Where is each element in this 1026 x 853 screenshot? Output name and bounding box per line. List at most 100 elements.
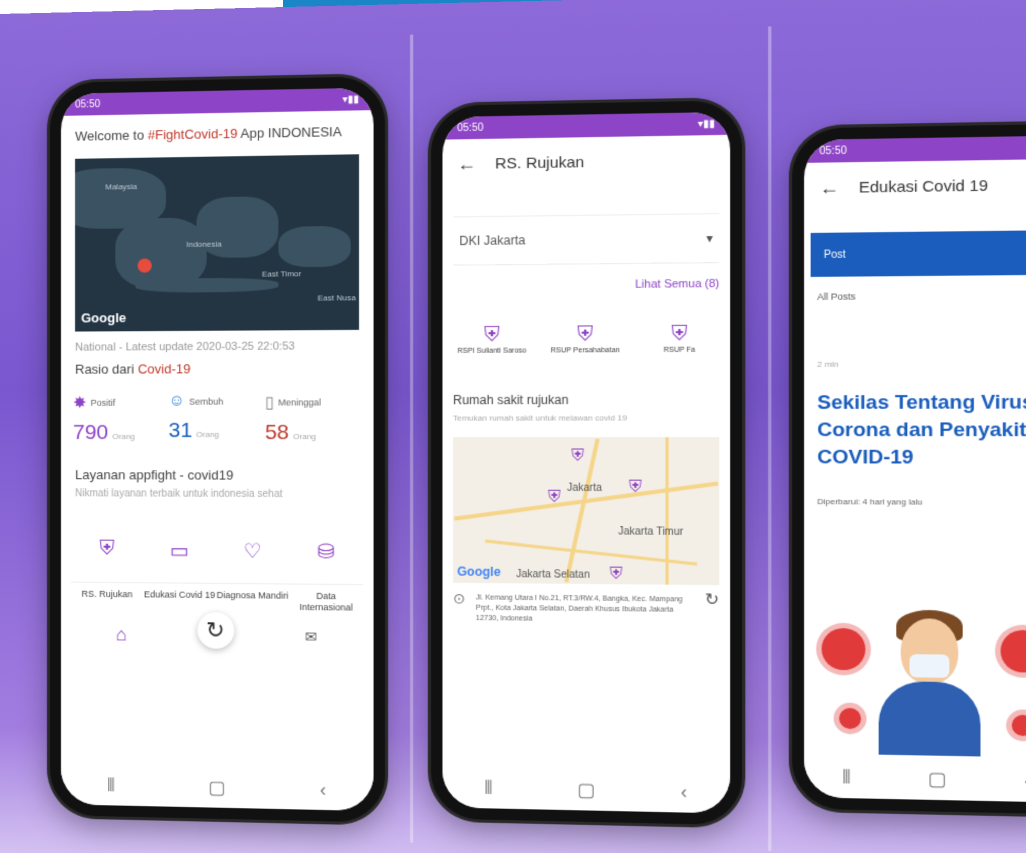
stat-positif: ✸ Positif 790 Orang [73, 393, 167, 446]
stethoscope-icon: ♡ [243, 540, 262, 563]
back-arrow-icon[interactable]: ← [457, 153, 476, 175]
panel-divider [410, 34, 414, 843]
status-time: 05:50 [75, 98, 101, 111]
recent-apps-icon[interactable]: ⦀ [484, 777, 492, 799]
recent-apps-icon[interactable]: ⦀ [107, 775, 115, 796]
rujukan-screen: 05:50 ▾▮▮ ← RS. Rujukan DKI Jakarta ▾ Li… [442, 111, 731, 814]
screen-title: Edukasi Covid 19 [858, 177, 988, 197]
home-button-icon[interactable]: ▢ [208, 777, 225, 799]
address-row: ⊙ Jl. Kemang Utara I No.21, RT.3/RW.4, B… [442, 583, 730, 638]
refresh-icon[interactable]: ↻ [705, 591, 719, 626]
recovered-person-icon: ☺ [168, 392, 186, 410]
service-diagnosa[interactable]: ♡ Diagnosa Mandiri [215, 538, 290, 613]
address-text: Jl. Kemang Utara I No.21, RT.3/RW.4, Ban… [475, 594, 683, 623]
map-label: Jakarta Timur [618, 526, 684, 539]
hospital-list: ⛨ RSPI Sulianti Saroso ⛨ RSUP Persahabatan… [442, 305, 730, 356]
hospital-icon: ⛨ [577, 323, 594, 347]
book-icon: ▭ [169, 540, 190, 563]
back-icon[interactable]: ‹ [320, 779, 326, 801]
map-label: East Nusa [317, 293, 356, 303]
signal-battery-icon: ▾▮▮ [697, 117, 716, 130]
stat-sembuh: ☺ Sembuh 31 Orang [168, 392, 224, 443]
app-hashtag: #FightCovid-19 [147, 125, 238, 143]
bottom-tab-bar: ⌂ ↻ ✉ [61, 611, 374, 651]
article-updated: Diperbarui: 4 hari yang lalu [817, 496, 923, 507]
app-bar: ← RS. Rujukan [442, 135, 730, 190]
hospital-pin-icon[interactable]: ⛨ [571, 447, 584, 466]
refresh-icon[interactable]: ↻ [197, 612, 234, 649]
showcase-background: 05:50 ▾▮▮ Welcome to #FightCovid-19 App … [0, 0, 1026, 853]
post-search-bar[interactable]: Post ⚲ [810, 230, 1026, 277]
location-pin-icon[interactable] [137, 258, 152, 273]
home-button-icon[interactable]: ▢ [577, 779, 595, 801]
jakarta-map[interactable]: ⛨ ⛨ ⛨ ⛨ Jakarta Jakarta Timur Jakarta Se… [452, 437, 720, 586]
services-grid: ⛨ RS. Rujukan ▭ Edukasi Covid 19 ♡ Diagn… [61, 501, 374, 614]
latest-update: National - Latest update 2020-03-25 22:0… [75, 340, 295, 354]
hospital-icon: ⛨ [483, 323, 500, 347]
google-logo: Google [81, 310, 127, 326]
service-rs-rujukan[interactable]: ⛨ RS. Rujukan [71, 537, 144, 611]
welcome-text: Welcome to #FightCovid-19 App INDONESIA [75, 123, 342, 144]
services-title: Layanan appfight - covid19 [75, 467, 234, 483]
hospital-icon: ⛨ [671, 322, 688, 346]
phone-rujukan: 05:50 ▾▮▮ ← RS. Rujukan DKI Jakarta ▾ Li… [430, 100, 743, 826]
stats-row: ✸ Positif 790 Orang ☺ Sembuh 31 Orang ▯ Menin… [61, 380, 374, 445]
recent-apps-icon[interactable]: ⦀ [842, 766, 851, 788]
virus-icon [1000, 629, 1026, 673]
dropdown-arrow-icon: ▾ [706, 230, 713, 246]
services-subtitle: Nikmati layanan terbaik untuk indonesia … [75, 488, 283, 501]
screen-title: RS. Rujukan [495, 153, 585, 173]
map-label: Indonesia [186, 239, 222, 250]
section-subtitle: Temukan rumah sakit untuk melawan covid … [452, 413, 627, 423]
map-label: East Timor [261, 269, 302, 279]
map-label: Jakarta Selatan [516, 568, 590, 581]
status-time: 05:50 [457, 121, 484, 134]
virus-icon: ✸ [73, 394, 87, 412]
home-button-icon[interactable]: ▢ [928, 768, 947, 791]
map-label: Malaysia [105, 182, 138, 192]
posts-filter[interactable]: All Posts ⌄ [804, 275, 1026, 318]
back-icon[interactable]: ‹ [681, 781, 687, 803]
location-icon: ⊙ [452, 590, 466, 607]
virus-icon [821, 627, 866, 671]
see-all-link[interactable]: Lihat Semua (8) [442, 263, 730, 307]
hospital-icon: ⛨ [99, 537, 115, 560]
province-select[interactable]: DKI Jakarta ▾ [452, 213, 720, 266]
home-icon[interactable]: ⌂ [116, 624, 127, 645]
app-bar: ← Edukasi Covid 19 [804, 159, 1026, 214]
stat-meninggal: ▯ Meninggal 58 Orang [265, 392, 361, 445]
hospital-item[interactable]: ⛨ RSPI Sulianti Saroso [449, 323, 535, 356]
virus-icon [1011, 714, 1026, 737]
face-mask [909, 654, 950, 678]
map-label: Jakarta [567, 482, 602, 495]
phone-home: 05:50 ▾▮▮ Welcome to #FightCovid-19 App … [49, 76, 386, 823]
covid-illustration [815, 607, 1026, 758]
system-nav-bar: ⦀ ▢ ‹ [804, 755, 1026, 803]
status-time: 05:50 [819, 144, 847, 157]
indonesia-map[interactable]: Malaysia Indonesia East Timor East Nusa … [75, 154, 360, 332]
hospital-item[interactable]: ⛨ RSUP Persahabatan [542, 323, 629, 355]
system-nav-bar: ⦀ ▢ ‹ [442, 766, 731, 814]
service-data-internasional[interactable]: ⛁ Data Internasional [289, 539, 364, 614]
post-meta: 2 min ⋮ [817, 359, 839, 370]
back-arrow-icon[interactable]: ← [819, 177, 839, 199]
hospital-pin-icon[interactable]: ⛨ [629, 479, 642, 498]
article-title[interactable]: Sekilas Tentang Virus Corona dan Penyaki… [804, 368, 1026, 472]
ratio-heading: Rasio dari Covid-19 [75, 361, 191, 377]
panel-divider [768, 26, 772, 851]
service-edukasi[interactable]: ▭ Edukasi Covid 19 [143, 538, 216, 612]
system-nav-bar: ⦀ ▢ ‹ [60, 764, 374, 812]
hospital-item[interactable]: ⛨ RSUP Fa [635, 322, 723, 355]
phone-edukasi: 05:50 ▾▮▮ ← Edukasi Covid 19 Post ⚲ All … [792, 123, 1026, 815]
signal-battery-icon: ▾▮▮ [342, 93, 360, 106]
grave-icon: ▯ [264, 394, 275, 412]
google-logo: Google [457, 564, 501, 580]
virus-icon [839, 707, 862, 730]
mail-icon[interactable]: ✉ [305, 628, 317, 645]
section-title: Rumah sakit rujukan [452, 392, 569, 408]
edukasi-screen: 05:50 ▾▮▮ ← Edukasi Covid 19 Post ⚲ All … [804, 135, 1026, 803]
database-icon: ⛁ [317, 540, 335, 564]
home-screen: 05:50 ▾▮▮ Welcome to #FightCovid-19 App … [60, 87, 374, 812]
hospital-pin-icon[interactable]: ⛨ [548, 489, 561, 508]
hospital-pin-icon[interactable]: ⛨ [610, 566, 623, 585]
